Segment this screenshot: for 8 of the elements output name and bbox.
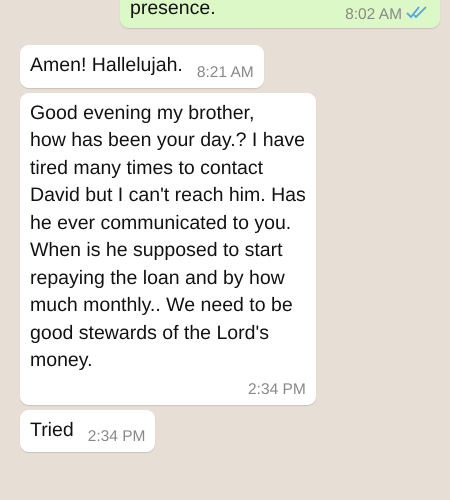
message-time: 8:21 AM [196,64,254,82]
message-time: 2:34 PM [88,428,146,446]
message-text: Good evening my brother, how has been your day.? I have tired many times to contact David but I can't reach him. Has he ever communicated to you. When is he supposed to start repaying the loan and by how much monthly.. We need to be good stewards of the Lord's money. [30,100,306,373]
message-time: 2:34 PM [248,380,306,398]
message-text: presence. [130,0,216,20]
message-time: 8:02 AM [345,6,402,24]
message-text: Amen! Hallelujah. [30,53,183,78]
message-text: Tried [30,418,74,442]
